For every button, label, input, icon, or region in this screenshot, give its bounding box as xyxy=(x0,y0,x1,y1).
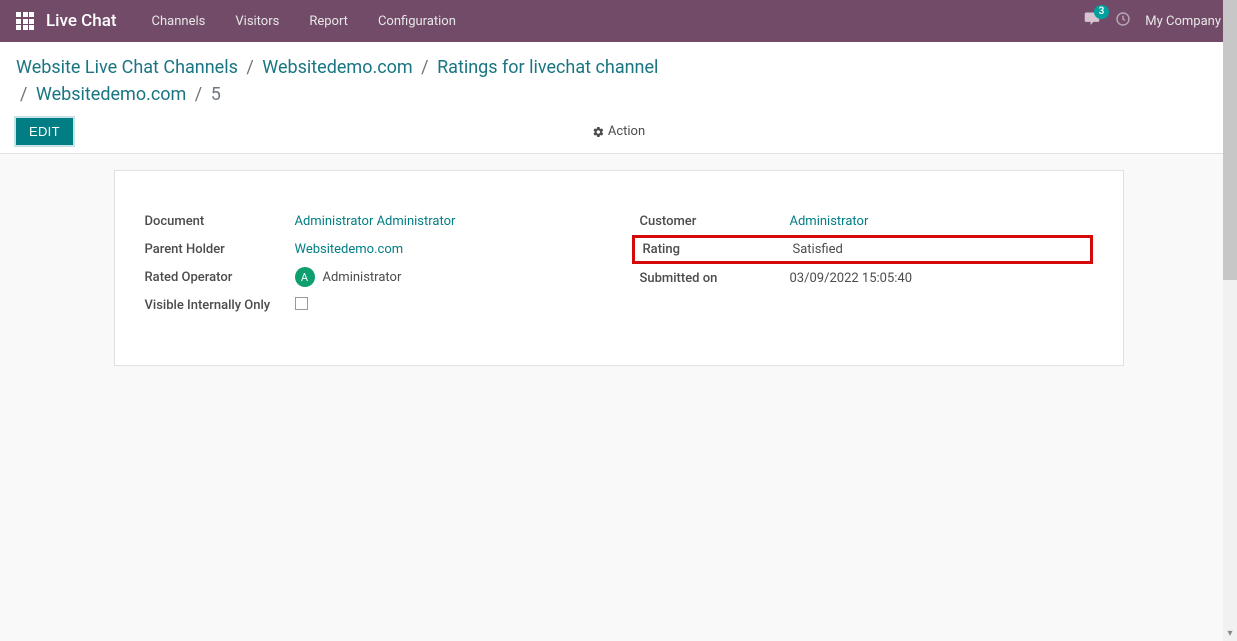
company-name[interactable]: My Company xyxy=(1145,14,1221,29)
avatar: A xyxy=(295,267,315,287)
action-dropdown[interactable]: Action xyxy=(592,124,645,139)
breadcrumb-item[interactable]: Ratings for livechat channel xyxy=(437,57,658,78)
gear-icon xyxy=(592,126,604,138)
field-label: Rated Operator xyxy=(145,270,295,285)
right-column: Customer Administrator Rating Satisfied … xyxy=(632,207,1093,319)
messages-icon[interactable]: 3 xyxy=(1083,11,1101,31)
breadcrumb-item[interactable]: Website Live Chat Channels xyxy=(16,57,238,78)
field-document: Document Administrator Administrator xyxy=(145,207,606,235)
field-submitted-on: Submitted on 03/09/2022 15:05:40 xyxy=(632,264,1093,292)
field-rated-operator: Rated Operator A Administrator xyxy=(145,263,606,291)
nav-channels[interactable]: Channels xyxy=(137,14,221,29)
field-label: Document xyxy=(145,214,295,229)
nav-report[interactable]: Report xyxy=(294,14,363,29)
checkbox-unchecked-icon[interactable] xyxy=(295,297,308,310)
field-parent-holder: Parent Holder Websitedemo.com xyxy=(145,235,606,263)
activity-icon[interactable] xyxy=(1115,11,1131,31)
topbar-right: 3 My Company xyxy=(1083,11,1221,31)
field-value: Satisfied xyxy=(793,242,843,257)
breadcrumb-sep: / xyxy=(195,84,202,105)
breadcrumb-item[interactable]: Websitedemo.com xyxy=(36,84,186,105)
nav-configuration[interactable]: Configuration xyxy=(363,14,471,29)
messages-badge: 3 xyxy=(1094,5,1110,19)
operator-name: Administrator xyxy=(323,270,402,285)
field-value xyxy=(295,297,308,314)
field-value: 03/09/2022 15:05:40 xyxy=(790,271,913,286)
breadcrumb-sep: / xyxy=(246,57,253,78)
scrollbar-thumb[interactable] xyxy=(1223,0,1237,280)
apps-icon[interactable] xyxy=(16,12,34,30)
app-name[interactable]: Live Chat xyxy=(46,11,117,31)
field-label: Visible Internally Only xyxy=(145,298,295,313)
field-label: Customer xyxy=(640,214,790,229)
field-value[interactable]: Administrator Administrator xyxy=(295,214,456,229)
breadcrumb-sep: / xyxy=(20,84,27,105)
field-label: Parent Holder xyxy=(145,242,295,257)
top-navbar: Live Chat Channels Visitors Report Confi… xyxy=(0,0,1237,42)
edit-button[interactable]: EDIT xyxy=(16,118,73,145)
chevron-down-icon[interactable]: ▾ xyxy=(1223,626,1237,641)
field-rating-highlighted: Rating Satisfied xyxy=(632,235,1093,264)
breadcrumb-sep: / xyxy=(421,57,428,78)
left-column: Document Administrator Administrator Par… xyxy=(145,207,606,319)
field-label: Rating xyxy=(643,242,793,257)
form-sheet: Document Administrator Administrator Par… xyxy=(114,170,1124,366)
control-panel: Website Live Chat Channels / Websitedemo… xyxy=(0,42,1237,154)
field-label: Submitted on xyxy=(640,271,790,286)
field-visible-internally: Visible Internally Only xyxy=(145,291,606,319)
field-value[interactable]: Websitedemo.com xyxy=(295,242,404,257)
breadcrumb: Website Live Chat Channels / Websitedemo… xyxy=(16,54,1221,108)
field-value[interactable]: Administrator xyxy=(790,214,869,229)
field-customer: Customer Administrator xyxy=(632,207,1093,235)
breadcrumb-item[interactable]: Websitedemo.com xyxy=(262,57,412,78)
nav-visitors[interactable]: Visitors xyxy=(220,14,294,29)
breadcrumb-current: 5 xyxy=(211,84,221,105)
vertical-scrollbar[interactable]: ▾ xyxy=(1223,0,1237,641)
field-value[interactable]: A Administrator xyxy=(295,267,402,287)
action-label: Action xyxy=(608,124,645,139)
